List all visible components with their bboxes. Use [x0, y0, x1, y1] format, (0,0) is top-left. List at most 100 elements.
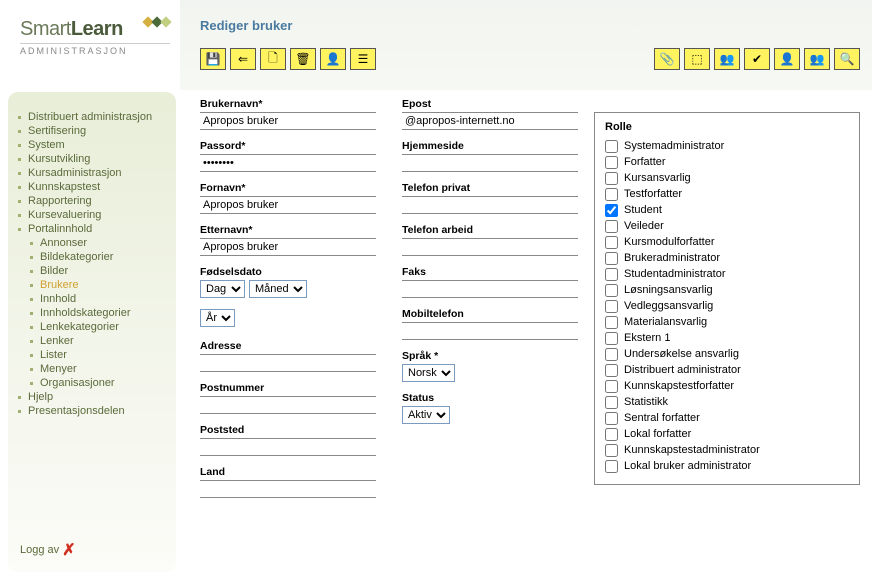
input-brukernavn[interactable] — [200, 112, 376, 130]
label-brukernavn: Brukernavn* — [200, 98, 376, 110]
role-row: Vedleggsansvarlig — [605, 298, 849, 314]
input-land[interactable] — [200, 480, 376, 498]
role-checkbox-distribuert-administrator[interactable] — [605, 364, 618, 377]
back-icon[interactable]: ⇐ — [230, 48, 256, 70]
role-checkbox-ekstern-1[interactable] — [605, 332, 618, 345]
role-checkbox-lokal-forfatter[interactable] — [605, 428, 618, 441]
label-postnummer: Postnummer — [200, 382, 376, 394]
role-row: Kursansvarlig — [605, 170, 849, 186]
role-label: Testforfatter — [624, 188, 682, 200]
save-icon[interactable]: 💾 — [200, 48, 226, 70]
input-poststed[interactable] — [200, 438, 376, 456]
role-row: Studentadministrator — [605, 266, 849, 282]
field-status: StatusAktiv — [402, 392, 578, 424]
sidebar-item-kursevaluering[interactable]: Kursevaluering — [18, 208, 166, 222]
role-checkbox-student[interactable] — [605, 204, 618, 217]
header-background — [180, 0, 872, 90]
user-role-icon[interactable]: 👤 — [320, 48, 346, 70]
org-icon[interactable]: ⬚ — [684, 48, 710, 70]
input-telefon_privat[interactable] — [402, 196, 578, 214]
delete-icon[interactable]: 🗑 — [290, 48, 316, 70]
field-mobiltelefon: Mobiltelefon — [402, 308, 578, 340]
sidebar-item-system[interactable]: System — [18, 138, 166, 152]
role-checkbox-kursansvarlig[interactable] — [605, 172, 618, 185]
attach-icon[interactable]: 📎 — [654, 48, 680, 70]
input-mobiltelefon[interactable] — [402, 322, 578, 340]
sidebar-item-sertifisering[interactable]: Sertifisering — [18, 124, 166, 138]
role-checkbox-forfatter[interactable] — [605, 156, 618, 169]
new-icon[interactable]: 🗋 — [260, 48, 286, 70]
role-checkbox-studentadministrator[interactable] — [605, 268, 618, 281]
role-checkbox-veileder[interactable] — [605, 220, 618, 233]
role-checkbox-brukeradministrator[interactable] — [605, 252, 618, 265]
logout-link[interactable]: Logg av ✗ — [20, 540, 76, 560]
toolbar-left: 💾⇐🗋🗑👤☰ — [200, 48, 376, 70]
role-checkbox-undersøkelse-ansvarlig[interactable] — [605, 348, 618, 361]
input-passord[interactable] — [200, 154, 376, 172]
role-checkbox-testforfatter[interactable] — [605, 188, 618, 201]
input-adresse[interactable] — [200, 354, 376, 372]
input-faks[interactable] — [402, 280, 578, 298]
sidebar-item-innholdskategorier[interactable]: Innholdskategorier — [18, 306, 166, 320]
field-poststed: Poststed — [200, 424, 376, 456]
role-checkbox-sentral-forfatter[interactable] — [605, 412, 618, 425]
role-checkbox-lokal-bruker-administrator[interactable] — [605, 460, 618, 473]
sidebar-item-presentasjonsdelen[interactable]: Presentasjonsdelen — [18, 404, 166, 418]
input-etternavn[interactable] — [200, 238, 376, 256]
sidebar-item-menyer[interactable]: Menyer — [18, 362, 166, 376]
role-label: Materialansvarlig — [624, 316, 707, 328]
sidebar-item-bilder[interactable]: Bilder — [18, 264, 166, 278]
roles-title: Rolle — [605, 121, 849, 133]
role-row: Student — [605, 202, 849, 218]
sidebar-item-kunnskapstest[interactable]: Kunnskapstest — [18, 180, 166, 194]
role-checkbox-kunnskapstestadministrator[interactable] — [605, 444, 618, 457]
role-checkbox-statistikk[interactable] — [605, 396, 618, 409]
sidebar-item-lister[interactable]: Lister — [18, 348, 166, 362]
role-checkbox-kursmodulforfatter[interactable] — [605, 236, 618, 249]
role-checkbox-materialansvarlig[interactable] — [605, 316, 618, 329]
sidebar-item-annonser[interactable]: Annonser — [18, 236, 166, 250]
sidebar: Distribuert administrasjonSertifiseringS… — [8, 92, 176, 572]
select-fodselsdato-month[interactable]: Måned — [249, 280, 307, 298]
select-sprak[interactable]: Norsk — [402, 364, 455, 382]
sidebar-item-kursadministrasjon[interactable]: Kursadministrasjon — [18, 166, 166, 180]
list-icon[interactable]: ☰ — [350, 48, 376, 70]
search-icon[interactable]: 🔍 — [834, 48, 860, 70]
sidebar-item-brukere[interactable]: Brukere — [18, 278, 166, 292]
select-fodselsdato-day[interactable]: Dag — [200, 280, 245, 298]
role-checkbox-vedleggsansvarlig[interactable] — [605, 300, 618, 313]
label-telefon_privat: Telefon privat — [402, 182, 578, 194]
input-hjemmeside[interactable] — [402, 154, 578, 172]
role-label: Lokal bruker administrator — [624, 460, 751, 472]
role-label: Student — [624, 204, 662, 216]
sidebar-item-distribuert-administrasjon[interactable]: Distribuert administrasjon — [18, 110, 166, 124]
role-row: Sentral forfatter — [605, 410, 849, 426]
select-fodselsdato-year[interactable]: År — [200, 309, 235, 327]
stats-icon[interactable]: 👥 — [714, 48, 740, 70]
input-telefon_arbeid[interactable] — [402, 238, 578, 256]
approve-icon[interactable]: ✔ — [744, 48, 770, 70]
label-hjemmeside: Hjemmeside — [402, 140, 578, 152]
group-icon[interactable]: 👥 — [804, 48, 830, 70]
role-checkbox-systemadministrator[interactable] — [605, 140, 618, 153]
role-label: Sentral forfatter — [624, 412, 700, 424]
sidebar-item-bildekategorier[interactable]: Bildekategorier — [18, 250, 166, 264]
role-checkbox-kunnskapstestforfatter[interactable] — [605, 380, 618, 393]
sidebar-item-kursutvikling[interactable]: Kursutvikling — [18, 152, 166, 166]
input-epost[interactable] — [402, 112, 578, 130]
field-passord: Passord* — [200, 140, 376, 172]
roles-box: Rolle SystemadministratorForfatterKursan… — [594, 112, 860, 485]
sidebar-item-hjelp[interactable]: Hjelp — [18, 390, 166, 404]
input-postnummer[interactable] — [200, 396, 376, 414]
course-user-icon[interactable]: 👤 — [774, 48, 800, 70]
sidebar-item-organisasjoner[interactable]: Organisasjoner — [18, 376, 166, 390]
sidebar-item-rapportering[interactable]: Rapportering — [18, 194, 166, 208]
select-status[interactable]: Aktiv — [402, 406, 450, 424]
sidebar-item-lenker[interactable]: Lenker — [18, 334, 166, 348]
sidebar-item-portalinnhold[interactable]: Portalinnhold — [18, 222, 166, 236]
field-fodselsdato: FødselsdatoDagMånedÅr — [200, 266, 376, 330]
input-fornavn[interactable] — [200, 196, 376, 214]
sidebar-item-innhold[interactable]: Innhold — [18, 292, 166, 306]
sidebar-item-lenkekategorier[interactable]: Lenkekategorier — [18, 320, 166, 334]
role-checkbox-løsningsansvarlig[interactable] — [605, 284, 618, 297]
